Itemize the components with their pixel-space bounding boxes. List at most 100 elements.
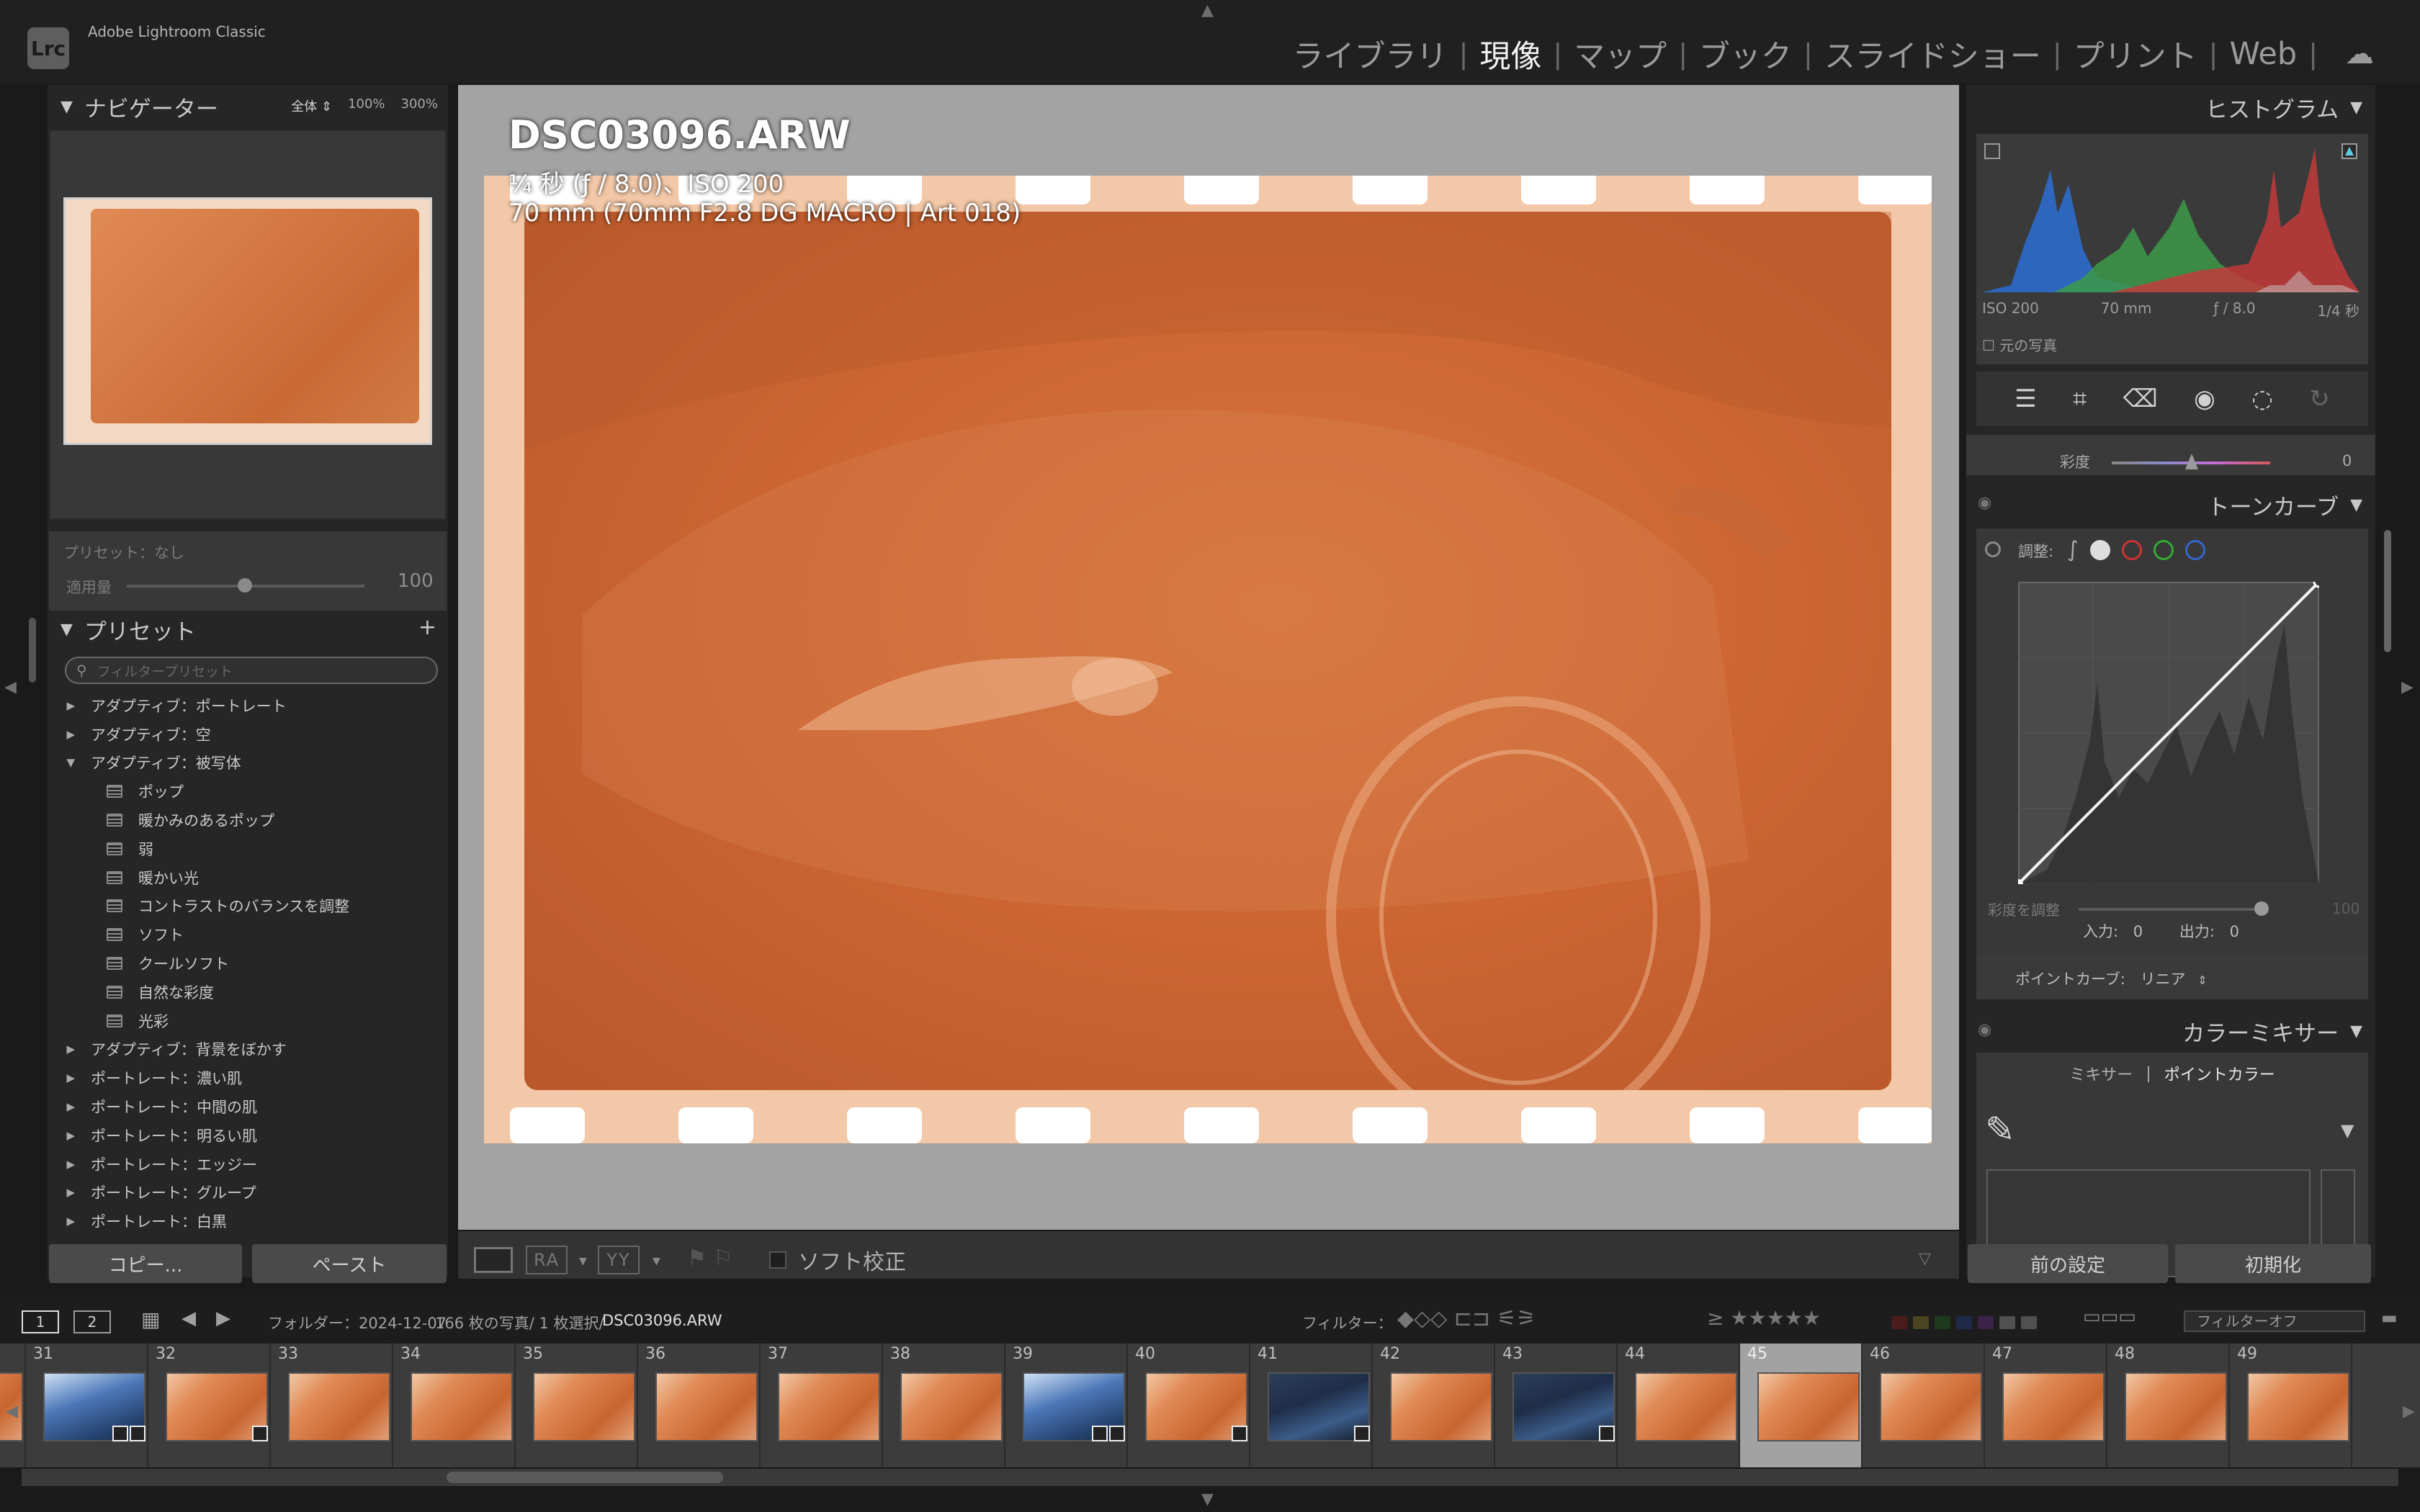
preset-group[interactable]: ▼ アダプティブ：被写体 — [48, 749, 448, 778]
module-tab[interactable]: マップ — [1574, 32, 1667, 76]
navigator-zoom-option[interactable]: 300% — [401, 96, 438, 115]
preset-item[interactable]: 光彩 — [48, 1007, 448, 1035]
original-photo-toggle[interactable]: ☐ 元の写真 — [1982, 334, 2057, 355]
mixer-tab[interactable]: ミキサー — [2069, 1062, 2133, 1085]
filmstrip-cell[interactable]: 45 — [1740, 1344, 1863, 1467]
chevron-down-icon[interactable]: ▼ — [579, 1256, 587, 1267]
filmstrip-thumbnail[interactable] — [411, 1372, 513, 1441]
parametric-curve-icon[interactable]: ∫ — [2067, 537, 2079, 562]
filmstrip-thumbnail[interactable] — [900, 1372, 1003, 1441]
red-eye-icon[interactable]: ◉ — [2194, 384, 2215, 413]
previous-settings-button[interactable]: 前の設定 — [1968, 1244, 2168, 1283]
preset-group[interactable]: ▶ アダプティブ：ポートレート — [48, 691, 448, 720]
filmstrip-cell[interactable]: 31 — [26, 1344, 148, 1467]
filmstrip-cell[interactable]: 39 — [1005, 1344, 1128, 1467]
mixer-tab[interactable]: ポイントカラー — [2164, 1062, 2275, 1085]
toolbar-content-menu-icon[interactable]: ▽ — [1919, 1250, 1931, 1268]
eye-icon[interactable]: ◉ — [1978, 494, 1991, 512]
selected-file-label[interactable]: DSC03096.ARW — [602, 1312, 722, 1329]
filmstrip-cell[interactable]: 32 — [148, 1344, 271, 1467]
flag-filter-icons[interactable]: ◆◇◇ ⊏⊐ ⚟⚞ — [1397, 1306, 1536, 1331]
preset-group[interactable]: ▶ アダプティブ：空 — [48, 720, 448, 749]
color-label-swatch[interactable] — [1999, 1316, 2015, 1329]
color-label-swatch[interactable] — [1935, 1316, 1950, 1329]
saturation-adjust-knob[interactable] — [2254, 901, 2269, 916]
preset-item[interactable]: コントラストのバランスを調整 — [48, 892, 448, 921]
grid-view-icon[interactable]: ▦ — [141, 1308, 160, 1331]
right-panel-scrollbar[interactable] — [2384, 530, 2391, 652]
module-tab[interactable]: Web — [2229, 36, 2297, 72]
preset-item[interactable]: クールソフト — [48, 949, 448, 978]
left-panel-scrollbar[interactable] — [29, 618, 36, 683]
filmstrip-cell[interactable]: 46 — [1863, 1344, 1985, 1467]
filmstrip-thumbnail[interactable] — [1390, 1372, 1492, 1441]
filmstrip-cell[interactable]: 48 — [2107, 1344, 2230, 1467]
filmstrip-thumbnail[interactable] — [166, 1372, 268, 1441]
module-tab[interactable]: スライドショー — [1824, 32, 2041, 76]
preset-group[interactable]: ▶ ポートレート：グループ — [48, 1179, 448, 1207]
preset-item[interactable]: ソフト — [48, 920, 448, 949]
filmstrip-thumbnail[interactable] — [1145, 1372, 1247, 1441]
module-tab[interactable]: 現像 — [1479, 32, 1541, 76]
green-channel-icon[interactable] — [2153, 539, 2174, 560]
red-channel-icon[interactable] — [2121, 539, 2142, 560]
preset-search-input[interactable]: ⚲ フィルタープリセット — [65, 657, 438, 684]
before-after-lr-button[interactable]: RA — [526, 1246, 568, 1274]
preset-group[interactable]: ▶ ポートレート：中間の肌 — [48, 1092, 448, 1121]
filter-lock-icon[interactable]: ▬ — [2381, 1308, 2398, 1328]
module-tab[interactable]: ブック — [1699, 32, 1792, 76]
filmstrip-scroll-thumb[interactable] — [447, 1472, 723, 1483]
mixer-options-triangle-icon[interactable]: ▼ — [2341, 1120, 2354, 1140]
back-arrow-icon[interactable]: ◀ — [182, 1308, 196, 1329]
color-label-swatch[interactable] — [2021, 1316, 2037, 1329]
preset-item[interactable]: 弱 — [48, 834, 448, 863]
filmstrip-thumbnail[interactable] — [1268, 1372, 1370, 1441]
filmstrip-cell[interactable]: 47 — [1985, 1344, 2107, 1467]
color-label-swatch[interactable] — [1978, 1316, 1994, 1329]
filmstrip-cell[interactable]: 37 — [761, 1344, 883, 1467]
tone-curve-plot[interactable] — [2018, 582, 2319, 884]
module-tab[interactable]: プリント — [2074, 32, 2197, 76]
filmstrip-cell[interactable]: 38 — [883, 1344, 1005, 1467]
before-after-tb-button[interactable]: YY — [598, 1246, 640, 1274]
filmstrip-cell[interactable]: 36 — [638, 1344, 761, 1467]
main-photo[interactable] — [484, 176, 1932, 1143]
color-mixer-header[interactable]: ◉ カラーミキサー ▼ — [1966, 1011, 2375, 1051]
loupe-view-button[interactable] — [474, 1247, 513, 1273]
copy-button[interactable]: コピー... — [49, 1244, 242, 1283]
filmstrip-cell[interactable]: 33 — [271, 1344, 393, 1467]
filmstrip-cell[interactable]: 43 — [1495, 1344, 1618, 1467]
reset-button[interactable]: 初期化 — [2175, 1244, 2371, 1283]
filmstrip-scroll-track[interactable] — [22, 1469, 2398, 1486]
filmstrip-thumbnail[interactable] — [2002, 1372, 2105, 1441]
eyedropper-icon[interactable]: ✎ — [1985, 1109, 2015, 1151]
navigator-zoom-option[interactable]: 100% — [348, 96, 385, 115]
preset-item[interactable]: 暖かみのあるポップ — [48, 806, 448, 834]
reset-tools-icon[interactable]: ↻ — [2309, 384, 2330, 413]
presets-header[interactable]: ▼ プリセット + — [48, 609, 448, 649]
module-tab[interactable]: ライブラリ — [1293, 32, 1448, 76]
collapse-right-arrow-icon[interactable]: ▶ — [2401, 678, 2414, 696]
saturation-adjust-track[interactable] — [2079, 908, 2266, 911]
forward-arrow-icon[interactable]: ▶ — [216, 1308, 230, 1329]
color-label-swatch[interactable] — [1891, 1316, 1907, 1329]
filmstrip-thumbnail[interactable] — [43, 1372, 145, 1441]
filmstrip-thumbnail[interactable] — [778, 1372, 880, 1441]
cloud-icon[interactable]: ☁ — [2345, 37, 2374, 71]
scroll-right-arrow-icon[interactable]: ▶ — [2403, 1403, 2415, 1421]
filmstrip-thumbnail[interactable] — [655, 1372, 758, 1441]
color-label-swatch[interactable] — [1956, 1316, 1972, 1329]
filmstrip-thumbnail[interactable] — [1512, 1372, 1615, 1441]
filter-dropdown[interactable]: フィルターオフ — [2184, 1310, 2365, 1332]
filmstrip-cell[interactable]: 44 — [1618, 1344, 1740, 1467]
filmstrip-cell[interactable]: 35 — [516, 1344, 638, 1467]
filmstrip-cell[interactable]: 40 — [1128, 1344, 1250, 1467]
masking-icon[interactable]: ◌ — [2251, 384, 2273, 413]
filmstrip-thumbnail[interactable] — [1880, 1372, 1982, 1441]
filmstrip-cell[interactable]: 42 — [1373, 1344, 1495, 1467]
add-preset-icon[interactable]: + — [418, 615, 436, 640]
filmstrip-thumbnail[interactable] — [533, 1372, 635, 1441]
preset-group[interactable]: ▶ ポートレート：濃い肌 — [48, 1063, 448, 1092]
eye-icon[interactable]: ◉ — [1978, 1021, 1991, 1039]
point-curve-selector[interactable]: ポイントカーブ: リニア ⇕ — [2015, 968, 2208, 989]
